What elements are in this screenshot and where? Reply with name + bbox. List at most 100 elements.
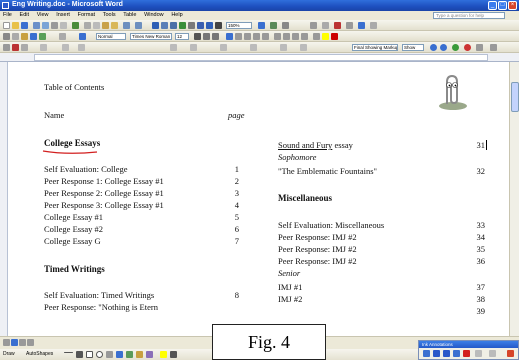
close-button[interactable]: × [508,1,517,10]
print-preview-icon[interactable] [60,22,67,29]
last-record-icon[interactable] [300,44,307,51]
highlight-icon[interactable] [334,22,341,29]
font-select[interactable]: Times New Roman [130,33,172,40]
folder-icon[interactable] [21,33,28,40]
ink-annotations-toolbar[interactable]: Ink Annotations [418,340,519,360]
diagram-icon[interactable] [126,351,133,358]
office-assistant-paperclip-icon[interactable] [433,72,469,112]
eraser-icon[interactable] [443,350,450,357]
check-box-icon[interactable] [62,44,69,51]
favorites-icon[interactable] [39,33,46,40]
frame-icon[interactable] [346,22,353,29]
border-icon[interactable] [322,22,329,29]
redo-icon[interactable] [135,22,142,29]
underline-icon[interactable] [212,33,219,40]
help-search-input[interactable]: Type a question for help [433,12,505,19]
highlight-color-icon[interactable] [322,33,329,40]
document-page[interactable]: Table of Contents Name page College Essa… [8,62,509,336]
save-icon[interactable] [21,22,28,29]
go-icon[interactable] [59,33,66,40]
display-for-review-select[interactable]: Final Showing Markup [352,44,398,51]
new-document-icon[interactable] [3,22,10,29]
print-view-icon[interactable] [19,339,26,346]
format-painter-icon[interactable] [111,22,118,29]
web-view-icon[interactable] [11,339,18,346]
grid-icon[interactable] [79,33,86,40]
bold-icon[interactable] [194,33,201,40]
insert-comment-icon[interactable] [476,44,483,51]
menu-table[interactable]: Table [120,11,139,18]
word-app-icon[interactable] [2,2,9,9]
numbering-icon[interactable] [274,33,281,40]
accept-change-icon[interactable] [452,44,459,51]
search-icon[interactable] [30,33,37,40]
menu-help[interactable]: Help [168,11,185,18]
menu-window[interactable]: Window [141,11,167,18]
next-record-icon[interactable] [280,44,287,51]
wordart-icon[interactable] [116,351,123,358]
track-changes-icon[interactable] [490,44,497,51]
research-icon[interactable] [282,22,289,29]
zoom-select[interactable]: 150% [226,22,252,29]
table-icon[interactable] [170,44,177,51]
read-icon[interactable] [270,22,277,29]
clip-art-icon[interactable] [136,351,143,358]
reject-change-icon[interactable] [464,44,471,51]
fill-color-icon[interactable] [160,351,167,358]
font-color-icon[interactable] [331,33,338,40]
picture-icon[interactable] [190,44,197,51]
decrease-indent-icon[interactable] [292,33,299,40]
pen-icon[interactable] [423,350,430,357]
menu-view[interactable]: View [34,11,52,18]
font-size-select[interactable]: 12 [175,33,189,40]
cut-icon[interactable] [84,22,91,29]
text-box-icon[interactable] [106,351,113,358]
tables-borders-icon[interactable] [161,22,168,29]
align-right-icon[interactable] [244,33,251,40]
next-change-icon[interactable] [440,44,447,51]
rectangle-icon[interactable] [86,351,93,358]
hyperlink-icon[interactable] [152,22,159,29]
insert-field-icon[interactable] [12,33,19,40]
mail-merge-icon[interactable] [358,22,365,29]
ink-color-icon[interactable] [463,350,470,357]
draw-menu[interactable]: Draw [3,351,15,357]
email-icon[interactable] [42,22,49,29]
outside-border-icon[interactable] [313,33,320,40]
autoshapes-menu[interactable]: AutoShapes [26,351,53,357]
ink-options-icon[interactable] [489,350,496,357]
align-left-icon[interactable] [226,33,233,40]
drawing-icon[interactable] [197,22,204,29]
previous-change-icon[interactable] [430,44,437,51]
increase-indent-icon[interactable] [301,33,308,40]
highlighter-icon[interactable] [433,350,440,357]
align-icon[interactable] [3,33,10,40]
italic-icon[interactable] [203,33,210,40]
scrollbar-thumb[interactable] [511,82,519,112]
line-spacing-icon[interactable] [262,33,269,40]
undo-icon[interactable] [123,22,130,29]
ink-weight-icon[interactable] [475,350,482,357]
merge-icon[interactable] [220,44,227,51]
menu-file[interactable]: File [0,11,15,18]
align-center-icon[interactable] [235,33,242,40]
document-map-icon[interactable] [206,22,213,29]
spelling-icon[interactable] [72,22,79,29]
columns-icon[interactable] [188,22,195,29]
line-icon[interactable] [64,352,73,353]
ink-panel-close-icon[interactable] [507,350,514,357]
vertical-ruler[interactable] [0,62,8,336]
menu-edit[interactable]: Edit [17,11,32,18]
menu-insert[interactable]: Insert [53,11,73,18]
help-icon[interactable] [258,22,265,29]
print-icon[interactable] [51,22,58,29]
bullets-icon[interactable] [283,33,290,40]
justify-icon[interactable] [253,33,260,40]
maximize-button[interactable]: □ [498,1,507,10]
outline-icon[interactable] [310,22,317,29]
insert-word-field-icon[interactable] [40,44,47,51]
first-record-icon[interactable] [250,44,257,51]
outline-view-icon[interactable] [27,339,34,346]
menu-tools[interactable]: Tools [100,11,119,18]
frame-props-icon[interactable] [21,44,28,51]
